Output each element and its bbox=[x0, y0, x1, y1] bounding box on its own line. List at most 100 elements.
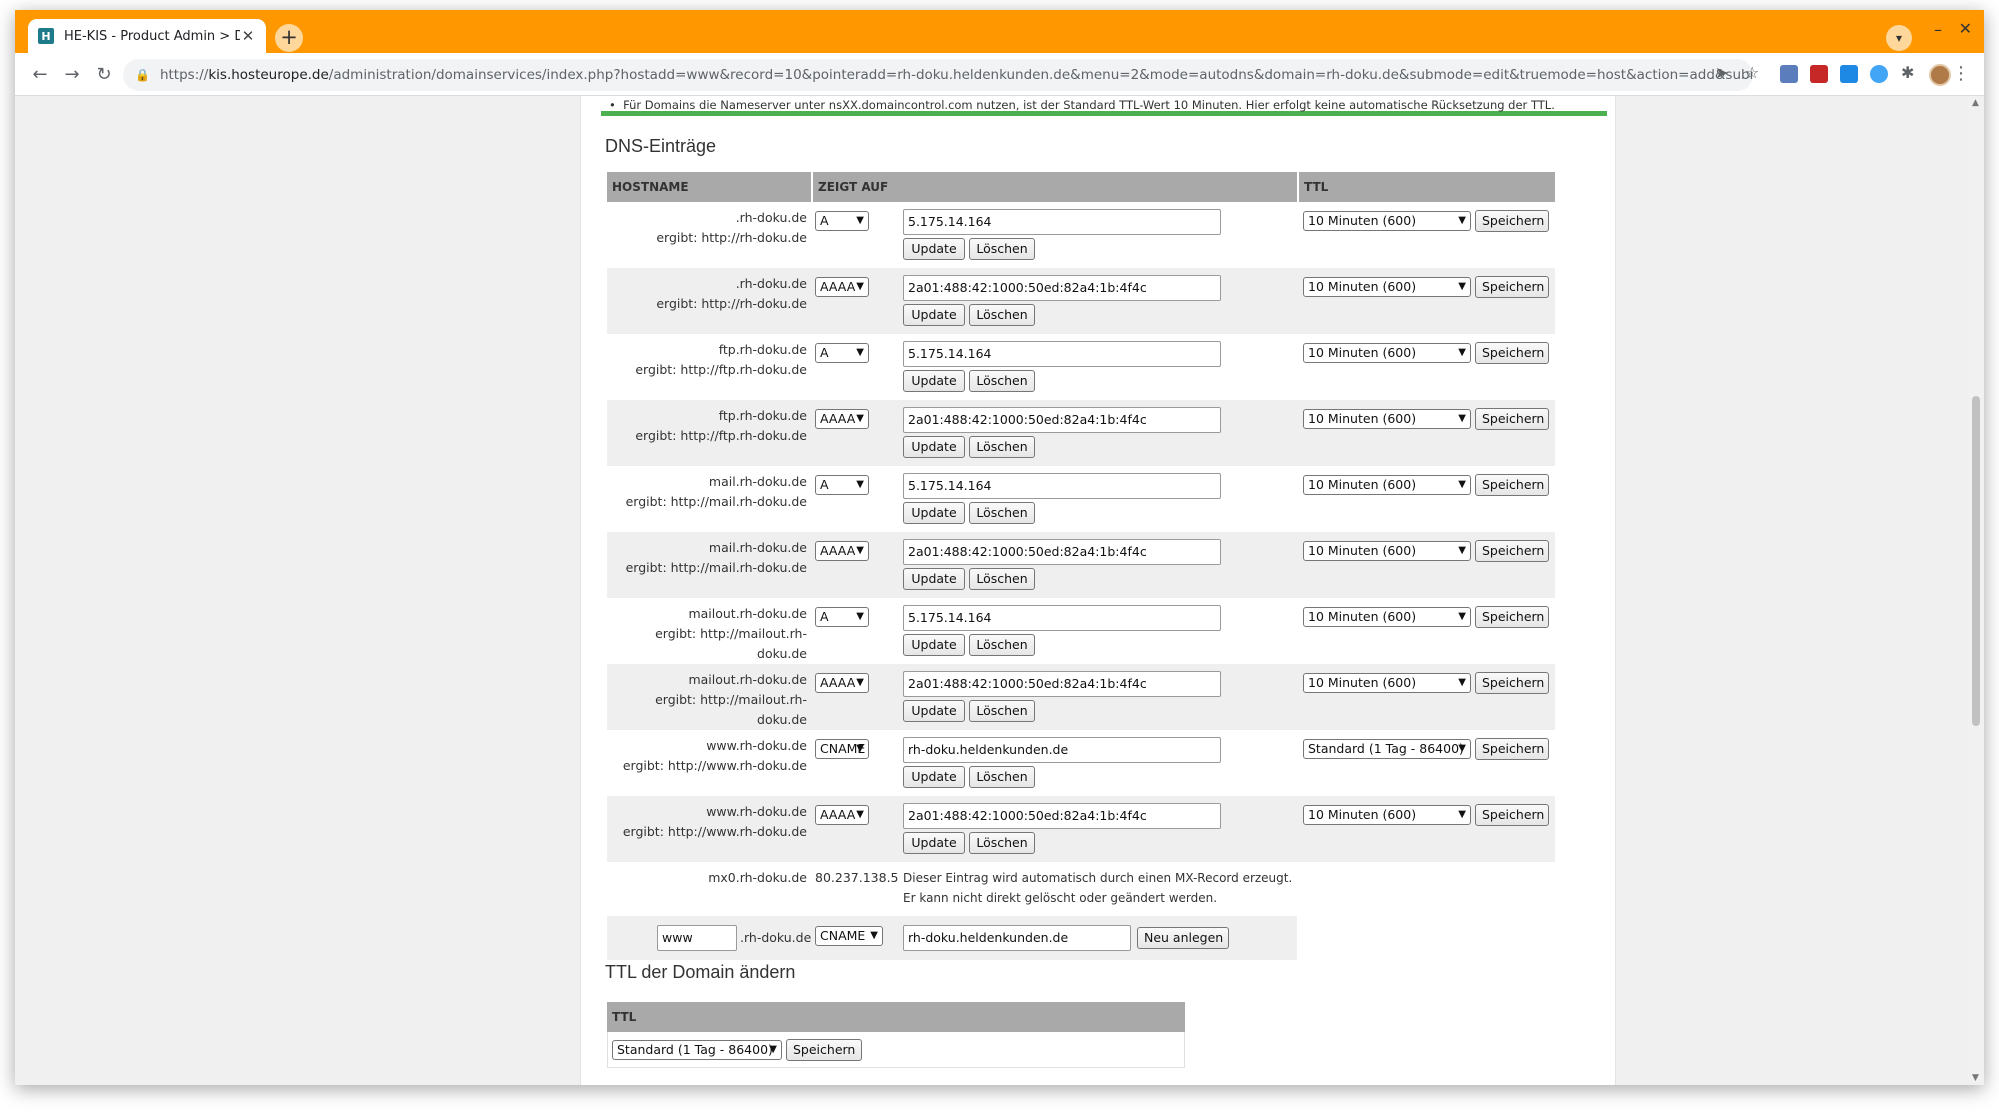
save-ttl-button[interactable]: Speichern bbox=[1475, 276, 1549, 298]
update-button[interactable]: Update bbox=[903, 700, 965, 722]
mx-note-line: Dieser Eintrag wird automatisch durch ei… bbox=[903, 871, 1293, 885]
save-ttl-button[interactable]: Speichern bbox=[1475, 540, 1549, 562]
save-ttl-button[interactable]: Speichern bbox=[1475, 210, 1549, 232]
puzzle-icon[interactable]: ✱ bbox=[1901, 63, 1914, 82]
record-value-input[interactable]: rh-doku.heldenkunden.de bbox=[903, 737, 1221, 763]
create-button[interactable]: Neu anlegen bbox=[1137, 927, 1229, 949]
scroll-down-icon[interactable]: ▼ bbox=[1972, 1073, 1979, 1083]
record-ttl-select[interactable]: 10 Minuten (600) ▼ bbox=[1303, 475, 1471, 495]
record-ttl-value: 10 Minuten (600) bbox=[1308, 477, 1417, 492]
delete-button[interactable]: Löschen bbox=[969, 832, 1035, 854]
scroll-up-icon[interactable]: ▲ bbox=[1972, 98, 1979, 108]
record-ttl-select[interactable]: 10 Minuten (600) ▼ bbox=[1303, 607, 1471, 627]
record-ttl-select[interactable]: 10 Minuten (600) ▼ bbox=[1303, 211, 1471, 231]
record-type-select[interactable]: CNAME ▼ bbox=[815, 739, 869, 759]
delete-button[interactable]: Löschen bbox=[969, 304, 1035, 326]
domain-ttl-select[interactable]: Standard (1 Tag - 86400) ▼ bbox=[612, 1040, 782, 1060]
record-type-select[interactable]: A ▼ bbox=[815, 607, 869, 627]
record-type-select[interactable]: A ▼ bbox=[815, 475, 869, 495]
delete-button[interactable]: Löschen bbox=[969, 568, 1035, 590]
save-ttl-button[interactable]: Speichern bbox=[1475, 738, 1549, 760]
mx-ip: 80.237.138.5 bbox=[815, 870, 899, 885]
record-type-select[interactable]: AAAA ▼ bbox=[815, 277, 869, 297]
save-ttl-button[interactable]: Speichern bbox=[1475, 606, 1549, 628]
chevron-down-icon: ▼ bbox=[1458, 611, 1466, 622]
back-icon[interactable]: ← bbox=[27, 62, 53, 88]
address-bar[interactable]: 🔒 https://kis.hosteurope.de/administrati… bbox=[123, 59, 1753, 91]
record-ttl-value: 10 Minuten (600) bbox=[1308, 213, 1417, 228]
dns-record-row: mail.rh-doku.de ergibt: http://mail.rh-d… bbox=[607, 532, 1555, 598]
new-record-row: www .rh-doku.de CNAME ▼ rh-doku.heldenkun… bbox=[607, 916, 1297, 960]
delete-button[interactable]: Löschen bbox=[969, 766, 1035, 788]
new-host-input[interactable]: www bbox=[657, 925, 737, 951]
record-value-input[interactable]: 2a01:488:42:1000:50ed:82a4:1b:4f4c bbox=[903, 803, 1221, 829]
delete-button[interactable]: Löschen bbox=[969, 370, 1035, 392]
record-type-select[interactable]: A ▼ bbox=[815, 343, 869, 363]
new-type-select[interactable]: CNAME ▼ bbox=[815, 926, 883, 946]
tab-search-icon[interactable]: ▾ bbox=[1886, 25, 1912, 51]
record-type-select[interactable]: AAAA ▼ bbox=[815, 409, 869, 429]
profile-avatar[interactable] bbox=[1929, 64, 1951, 86]
record-ttl-select[interactable]: 10 Minuten (600) ▼ bbox=[1303, 541, 1471, 561]
menu-icon[interactable]: ⋮ bbox=[1952, 63, 1970, 84]
save-ttl-button[interactable]: Speichern bbox=[1475, 342, 1549, 364]
save-ttl-button[interactable]: Speichern bbox=[1475, 474, 1549, 496]
record-value-input[interactable]: 2a01:488:42:1000:50ed:82a4:1b:4f4c bbox=[903, 275, 1221, 301]
new-value-input[interactable]: rh-doku.heldenkunden.de bbox=[903, 925, 1131, 951]
scroll-thumb[interactable] bbox=[1972, 396, 1980, 726]
delete-button[interactable]: Löschen bbox=[969, 502, 1035, 524]
minimize-icon[interactable]: – bbox=[1934, 20, 1942, 39]
window-close-icon[interactable]: ✕ bbox=[1959, 19, 1972, 38]
update-button[interactable]: Update bbox=[903, 832, 965, 854]
dns-section-title: DNS-Einträge bbox=[605, 136, 717, 156]
record-type-select[interactable]: A ▼ bbox=[815, 211, 869, 231]
record-ttl-select[interactable]: 10 Minuten (600) ▼ bbox=[1303, 343, 1471, 363]
record-type-select[interactable]: AAAA ▼ bbox=[815, 805, 869, 825]
save-domain-ttl-button[interactable]: Speichern bbox=[786, 1039, 862, 1061]
record-type-select[interactable]: AAAA ▼ bbox=[815, 541, 869, 561]
record-hostname: mail.rh-doku.de bbox=[708, 540, 807, 555]
record-value-input[interactable]: 2a01:488:42:1000:50ed:82a4:1b:4f4c bbox=[903, 539, 1221, 565]
star-icon[interactable]: ☆ bbox=[1745, 63, 1759, 82]
record-ttl-select[interactable]: Standard (1 Tag - 86400) ▼ bbox=[1303, 739, 1471, 759]
reload-icon[interactable]: ↻ bbox=[91, 62, 117, 88]
update-button[interactable]: Update bbox=[903, 766, 965, 788]
send-icon[interactable]: ➤ bbox=[1715, 63, 1728, 82]
record-value-input[interactable]: 5.175.14.164 bbox=[903, 605, 1221, 631]
update-button[interactable]: Update bbox=[903, 634, 965, 656]
browser-tab[interactable]: H HE-KIS - Product Admin > Domainservice… bbox=[28, 19, 266, 53]
record-value-input[interactable]: 2a01:488:42:1000:50ed:82a4:1b:4f4c bbox=[903, 407, 1221, 433]
record-ttl-select[interactable]: 10 Minuten (600) ▼ bbox=[1303, 805, 1471, 825]
record-type-value: AAAA bbox=[820, 279, 856, 294]
forward-icon[interactable]: → bbox=[59, 62, 85, 88]
update-button[interactable]: Update bbox=[903, 238, 965, 260]
extension-icon[interactable] bbox=[1780, 65, 1798, 83]
save-ttl-button[interactable]: Speichern bbox=[1475, 672, 1549, 694]
record-type-select[interactable]: AAAA ▼ bbox=[815, 673, 869, 693]
record-value-input[interactable]: 5.175.14.164 bbox=[903, 209, 1221, 235]
record-ttl-select[interactable]: 10 Minuten (600) ▼ bbox=[1303, 277, 1471, 297]
extension-icon[interactable] bbox=[1870, 65, 1888, 83]
delete-button[interactable]: Löschen bbox=[969, 700, 1035, 722]
record-result-url: ergibt: http://mail.rh-doku.de bbox=[625, 494, 807, 509]
delete-button[interactable]: Löschen bbox=[969, 436, 1035, 458]
record-value-input[interactable]: 5.175.14.164 bbox=[903, 473, 1221, 499]
record-value-input[interactable]: 2a01:488:42:1000:50ed:82a4:1b:4f4c bbox=[903, 671, 1221, 697]
update-button[interactable]: Update bbox=[903, 502, 965, 524]
new-tab-button[interactable]: + bbox=[275, 24, 303, 52]
delete-button[interactable]: Löschen bbox=[969, 634, 1035, 656]
record-ttl-select[interactable]: 10 Minuten (600) ▼ bbox=[1303, 409, 1471, 429]
close-icon[interactable]: ✕ bbox=[240, 27, 256, 45]
update-button[interactable]: Update bbox=[903, 370, 965, 392]
delete-button[interactable]: Löschen bbox=[969, 238, 1035, 260]
update-button[interactable]: Update bbox=[903, 568, 965, 590]
update-button[interactable]: Update bbox=[903, 304, 965, 326]
record-ttl-select[interactable]: 10 Minuten (600) ▼ bbox=[1303, 673, 1471, 693]
extension-icon[interactable] bbox=[1840, 65, 1858, 83]
scrollbar[interactable]: ▲ ▼ bbox=[1968, 96, 1984, 1085]
save-ttl-button[interactable]: Speichern bbox=[1475, 408, 1549, 430]
save-ttl-button[interactable]: Speichern bbox=[1475, 804, 1549, 826]
extension-icon[interactable] bbox=[1810, 65, 1828, 83]
update-button[interactable]: Update bbox=[903, 436, 965, 458]
record-value-input[interactable]: 5.175.14.164 bbox=[903, 341, 1221, 367]
